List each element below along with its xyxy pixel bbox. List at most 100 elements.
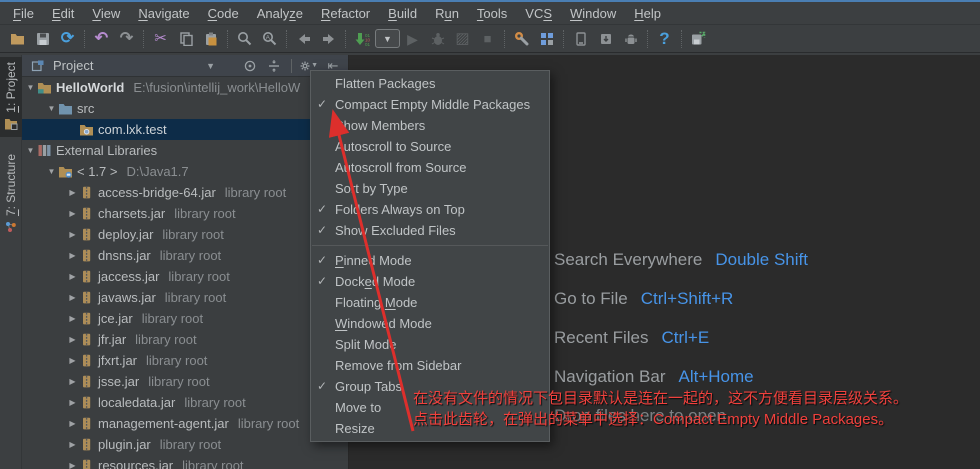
paste-icon[interactable] <box>198 28 223 50</box>
tree-row-external-libraries[interactable]: ▼ External Libraries <box>22 140 348 161</box>
menu-help[interactable]: Help <box>625 3 670 24</box>
sync-icon[interactable]: ⟳ <box>55 28 80 50</box>
expand-arrow-closed[interactable]: ▶ <box>66 335 79 344</box>
tree-row-plugin-jar[interactable]: ▶ plugin.jar library root <box>22 434 348 455</box>
save-icon[interactable] <box>30 28 55 50</box>
jdk-icon <box>58 165 75 178</box>
expand-arrow-open[interactable]: ▼ <box>45 167 58 176</box>
update-project-icon[interactable]: 01 10 01 <box>350 28 375 50</box>
help-icon[interactable]: ? <box>652 28 677 50</box>
copy-icon[interactable] <box>173 28 198 50</box>
menu-run[interactable]: Run <box>426 3 468 24</box>
expand-arrow-closed[interactable]: ▶ <box>66 356 79 365</box>
tree-row-jce-jar[interactable]: ▶ jce.jar library root <box>22 308 348 329</box>
tree-row-jsse-jar[interactable]: ▶ jsse.jar library root <box>22 371 348 392</box>
devices-icon[interactable] <box>568 28 593 50</box>
find-icon[interactable] <box>232 28 257 50</box>
menu-view[interactable]: View <box>83 3 129 24</box>
view-combo-arrow[interactable]: ▼ <box>206 61 215 71</box>
popup-item-autoscroll-to-source[interactable]: Autoscroll to Source <box>311 136 549 157</box>
expand-arrow-closed[interactable]: ▶ <box>66 293 79 302</box>
tree-row-com-lxk-test[interactable]: com.lxk.test <box>22 119 348 140</box>
jar-icon <box>79 333 96 346</box>
menu-vcs[interactable]: VCS <box>516 3 561 24</box>
tree-row-localedata-jar[interactable]: ▶ localedata.jar library root <box>22 392 348 413</box>
tree-row-jfr-jar[interactable]: ▶ jfr.jar library root <box>22 329 348 350</box>
popup-item-remove-from-sidebar[interactable]: Remove from Sidebar <box>311 355 549 376</box>
popup-item-windowed-mode[interactable]: Windowed Mode <box>311 313 549 334</box>
popup-item-floating-mode[interactable]: Floating Mode <box>311 292 549 313</box>
tree-row-jaccess-jar[interactable]: ▶ jaccess.jar library root <box>22 266 348 287</box>
popup-item-show-members[interactable]: Show Members <box>311 115 549 136</box>
menu-analyze[interactable]: Analyze <box>248 3 312 24</box>
expand-arrow-closed[interactable]: ▶ <box>66 230 79 239</box>
tree-row-resources-jar[interactable]: ▶ resources.jar library root <box>22 455 348 469</box>
tree-row-deploy-jar[interactable]: ▶ deploy.jar library root <box>22 224 348 245</box>
tree-row-helloworld[interactable]: ▼ HelloWorld E:\fusion\intellij_work\Hello… <box>22 77 348 98</box>
replace-icon[interactable]: A <box>257 28 282 50</box>
settings-icon[interactable] <box>509 28 534 50</box>
stop-icon[interactable]: ■ <box>475 28 500 50</box>
project-structure-icon[interactable] <box>534 28 559 50</box>
open-icon[interactable] <box>5 28 30 50</box>
menu-refactor[interactable]: Refactor <box>312 3 379 24</box>
menu-edit[interactable]: Edit <box>43 3 83 24</box>
undo-icon[interactable]: ↶ <box>89 28 114 50</box>
tree-row-1-7[interactable]: ▼ < 1.7 > D:\Java1.7 <box>22 161 348 182</box>
locate-icon[interactable] <box>241 57 259 75</box>
menu-window[interactable]: Window <box>561 3 625 24</box>
popup-item-folders-always-on-top[interactable]: ✓ Folders Always on Top <box>311 199 549 220</box>
menu-tools[interactable]: Tools <box>468 3 516 24</box>
expand-arrow-open[interactable]: ▼ <box>24 83 37 92</box>
tree-row-dnsns-jar[interactable]: ▶ dnsns.jar library root <box>22 245 348 266</box>
expand-arrow-closed[interactable]: ▶ <box>66 272 79 281</box>
menu-navigate[interactable]: Navigate <box>129 3 198 24</box>
popup-item-compact-empty-middle-packages[interactable]: ✓ Compact Empty Middle Packages <box>311 94 549 115</box>
popup-item-pinned-mode[interactable]: ✓ Pinned Mode <box>311 250 549 271</box>
expand-arrow-closed[interactable]: ▶ <box>66 251 79 260</box>
tree-row-charsets-jar[interactable]: ▶ charsets.jar library root <box>22 203 348 224</box>
tree-row-jfxrt-jar[interactable]: ▶ jfxrt.jar library root <box>22 350 348 371</box>
run-config-combo[interactable]: ▼ <box>375 28 400 50</box>
android-download-icon[interactable] <box>593 28 618 50</box>
tree-row-management-agent-jar[interactable]: ▶ management-agent.jar library root <box>22 413 348 434</box>
popup-item-sort-by-type[interactable]: Sort by Type <box>311 178 549 199</box>
debug-icon[interactable] <box>425 28 450 50</box>
coverage-icon[interactable]: ▨ <box>450 28 475 50</box>
popup-item-autoscroll-from-source[interactable]: Autoscroll from Source <box>311 157 549 178</box>
tree-row-javaws-jar[interactable]: ▶ javaws.jar library root <box>22 287 348 308</box>
expand-arrow-closed[interactable]: ▶ <box>66 377 79 386</box>
popup-item-flatten-packages[interactable]: Flatten Packages <box>311 73 549 94</box>
run-icon[interactable]: ▶ <box>400 28 425 50</box>
collapse-all-icon[interactable] <box>265 57 283 75</box>
tree-item-suffix: library root <box>146 353 208 368</box>
stripe-button-1-project[interactable]: 1: Project <box>0 57 22 137</box>
menu-code[interactable]: Code <box>199 3 248 24</box>
menu-file[interactable]: File <box>4 3 43 24</box>
expand-arrow-open[interactable]: ▼ <box>45 104 58 113</box>
tree-item-label: access-bridge-64.jar <box>98 185 216 200</box>
expand-arrow-closed[interactable]: ▶ <box>66 398 79 407</box>
expand-arrow-closed[interactable]: ▶ <box>66 314 79 323</box>
forward-icon[interactable] <box>316 28 341 50</box>
cut-icon[interactable]: ✂ <box>148 28 173 50</box>
tree-row-access-bridge-64-jar[interactable]: ▶ access-bridge-64.jar library root <box>22 182 348 203</box>
expand-arrow-open[interactable]: ▼ <box>24 146 37 155</box>
expand-arrow-closed[interactable]: ▶ <box>66 188 79 197</box>
android-avd-icon[interactable] <box>618 28 643 50</box>
expand-arrow-closed[interactable]: ▶ <box>66 209 79 218</box>
redo-icon[interactable]: ↷ <box>114 28 139 50</box>
popup-item-docked-mode[interactable]: ✓ Docked Mode <box>311 271 549 292</box>
expand-arrow-closed[interactable]: ▶ <box>66 419 79 428</box>
save-all-icon[interactable] <box>686 28 711 50</box>
menu-build[interactable]: Build <box>379 3 426 24</box>
popup-item-show-excluded-files[interactable]: ✓ Show Excluded Files <box>311 220 549 241</box>
expand-arrow-closed[interactable]: ▶ <box>66 440 79 449</box>
popup-item-split-mode[interactable]: Split Mode <box>311 334 549 355</box>
back-icon[interactable] <box>291 28 316 50</box>
tree-item-suffix: library root <box>174 206 236 221</box>
tree-item-suffix: library root <box>148 374 210 389</box>
stripe-button-7-structure[interactable]: 7: Structure <box>0 149 22 240</box>
tree-row-src[interactable]: ▼ src <box>22 98 348 119</box>
expand-arrow-closed[interactable]: ▶ <box>66 461 79 469</box>
